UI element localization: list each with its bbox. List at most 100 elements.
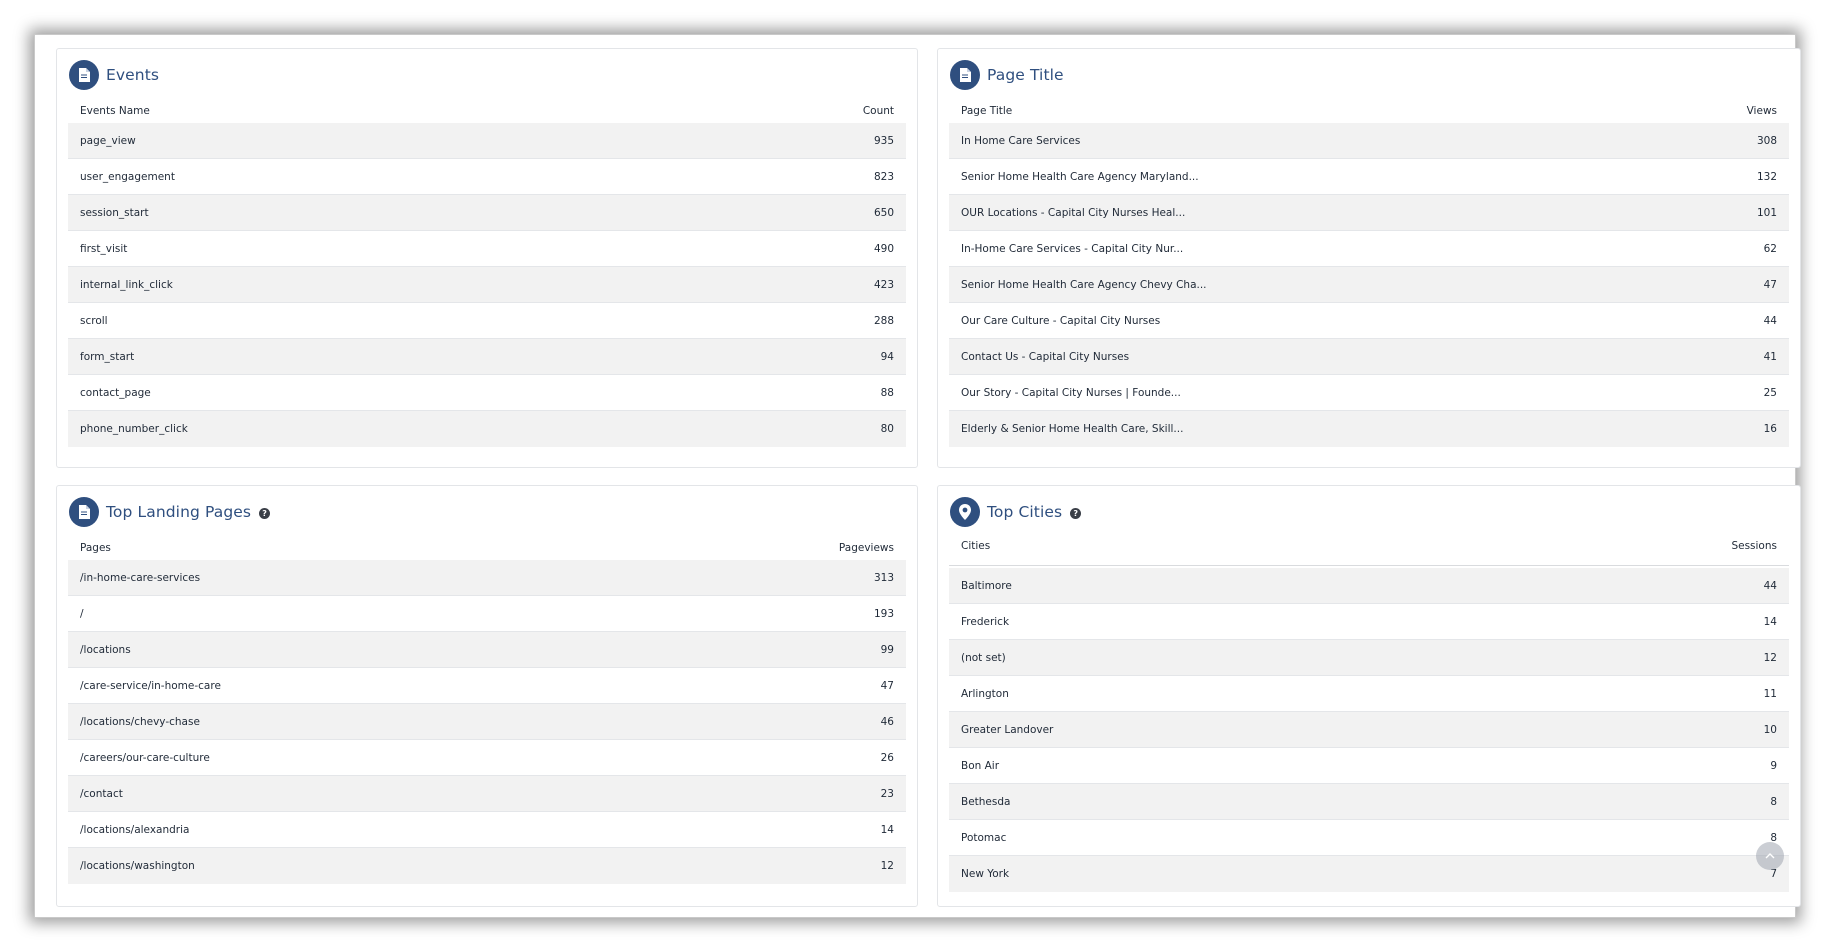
row-label: form_start [80, 350, 135, 363]
table-body: page_view 935 user_engagement 823 session_st… [68, 123, 906, 447]
row-label: page_view [80, 134, 136, 147]
page-title-table: Page Title Views In Home Care Services 30… [949, 101, 1789, 447]
row-label: In Home Care Services [961, 134, 1081, 147]
table-row: /in-home-care-services 313 [68, 560, 906, 596]
table-row: OUR Locations - Capital City Nurses Heal… [949, 195, 1789, 231]
row-label: Contact Us - Capital City Nurses [961, 350, 1130, 363]
scroll-to-top-button[interactable] [1756, 842, 1784, 870]
help-icon[interactable]: ? [259, 508, 271, 519]
document-icon [69, 60, 99, 90]
row-label: /locations/washington [80, 860, 195, 872]
row-label: Our Story - Capital City Nurses | Founde… [961, 386, 1181, 399]
table-row: /contact 23 [68, 776, 906, 812]
row-label: New York [961, 868, 1010, 880]
row-value: 44 [1763, 314, 1777, 327]
table-row: Baltimore 44 [949, 568, 1789, 604]
row-value: 193 [873, 607, 894, 620]
chevron-up-icon [1765, 853, 1775, 859]
table-row: scroll 288 [68, 303, 906, 339]
card-title: Events [106, 66, 160, 84]
table-body: In Home Care Services 308 Senior Home Heal… [949, 123, 1789, 447]
row-label: /in-home-care-services [80, 571, 201, 584]
row-value: 99 [880, 643, 894, 656]
top-landing-pages-card-header: Top Landing Pages ? [69, 497, 271, 527]
row-label: (not set) [961, 651, 1006, 664]
row-value: 88 [880, 386, 894, 399]
row-label: OUR Locations - Capital City Nurses Heal… [961, 206, 1186, 219]
page-title-card: Page Title Page Title Views In Home Care… [937, 48, 1801, 468]
top-cities-card: Top Cities ? Cities Sessions Baltimore 44… [937, 485, 1801, 907]
column-header-value: Pageviews [838, 542, 894, 554]
column-header-value: Count [862, 105, 894, 117]
dashboard-frame: Events Events Name Count page_view 935 use… [35, 35, 1801, 917]
row-value: 12 [880, 860, 894, 872]
row-label: Bethesda [961, 795, 1011, 808]
row-value: 26 [880, 751, 894, 764]
row-value: 41 [1763, 350, 1777, 363]
table-row: /locations 99 [68, 632, 906, 668]
table-header: Cities Sessions [949, 538, 1789, 566]
row-label: Our Care Culture - Capital City Nurses [961, 314, 1161, 327]
table-body: Baltimore 44 Frederick 14 (not set) 12 Arlingt… [949, 568, 1789, 892]
table-row: Our Story - Capital City Nurses | Founde… [949, 375, 1789, 411]
row-value: 12 [1763, 651, 1777, 664]
table-header: Page Title Views [949, 101, 1789, 121]
row-value: 23 [880, 787, 894, 800]
row-label: first_visit [80, 242, 128, 255]
row-value: 101 [1756, 206, 1777, 219]
column-header-value: Views [1746, 105, 1777, 117]
row-value: 46 [880, 715, 894, 728]
row-label: contact_page [80, 386, 151, 399]
table-header: Pages Pageviews [68, 538, 906, 558]
column-header-name: Cities [961, 540, 991, 552]
table-row: Elderly & Senior Home Health Care, Skill… [949, 411, 1789, 447]
row-label: Bon Air [961, 759, 1000, 772]
table-row: (not set) 12 [949, 640, 1789, 676]
row-value: 47 [880, 679, 894, 692]
table-row: /careers/our-care-culture 26 [68, 740, 906, 776]
row-value: 14 [880, 823, 894, 836]
column-header-name: Page Title [961, 105, 1013, 117]
row-label: /locations/alexandria [80, 823, 190, 836]
events-card-header: Events [69, 60, 159, 90]
row-value: 308 [1756, 134, 1777, 147]
card-title: Top Landing Pages [106, 503, 252, 521]
table-row: user_engagement 823 [68, 159, 906, 195]
table-row: New York 7 [949, 856, 1789, 892]
table-row: phone_number_click 80 [68, 411, 906, 447]
table-row: page_view 935 [68, 123, 906, 159]
row-value: 132 [1756, 170, 1777, 183]
row-value: 10 [1763, 723, 1777, 736]
row-value: 44 [1763, 579, 1777, 592]
row-label: Baltimore [961, 579, 1012, 592]
table-row: /locations/alexandria 14 [68, 812, 906, 848]
table-row: Bethesda 8 [949, 784, 1789, 820]
table-row: Arlington 11 [949, 676, 1789, 712]
map-pin-icon [950, 497, 980, 527]
row-value: 8 [1770, 795, 1777, 808]
row-value: 9 [1770, 759, 1777, 772]
column-header-name: Pages [80, 542, 111, 554]
table-row: /locations/chevy-chase 46 [68, 704, 906, 740]
row-value: 94 [880, 350, 894, 363]
row-label: /careers/our-care-culture [80, 751, 210, 764]
table-row: In Home Care Services 308 [949, 123, 1789, 159]
row-label: Elderly & Senior Home Health Care, Skill… [961, 423, 1184, 435]
table-body: /in-home-care-services 313 / 193/locations 9… [68, 560, 906, 884]
table-row: Frederick 14 [949, 604, 1789, 640]
row-value: 935 [873, 134, 894, 147]
row-label: /care-service/in-home-care [80, 679, 221, 692]
row-value: 288 [873, 314, 894, 327]
help-icon[interactable]: ? [1070, 508, 1082, 519]
row-label: / [80, 607, 84, 620]
row-label: scroll [80, 314, 108, 327]
row-value: 11 [1763, 687, 1777, 700]
table-row: contact_page 88 [68, 375, 906, 411]
row-label: Potomac [961, 831, 1007, 844]
table-row: session_start 650 [68, 195, 906, 231]
card-title: Top Cities [987, 503, 1063, 521]
row-label: Senior Home Health Care Agency Chevy Cha… [961, 278, 1207, 291]
top-cities-table: Cities Sessions Baltimore 44 Frederick 14 (n… [949, 538, 1789, 892]
table-row: /care-service/in-home-care 47 [68, 668, 906, 704]
page-title-card-header: Page Title [950, 60, 1064, 90]
